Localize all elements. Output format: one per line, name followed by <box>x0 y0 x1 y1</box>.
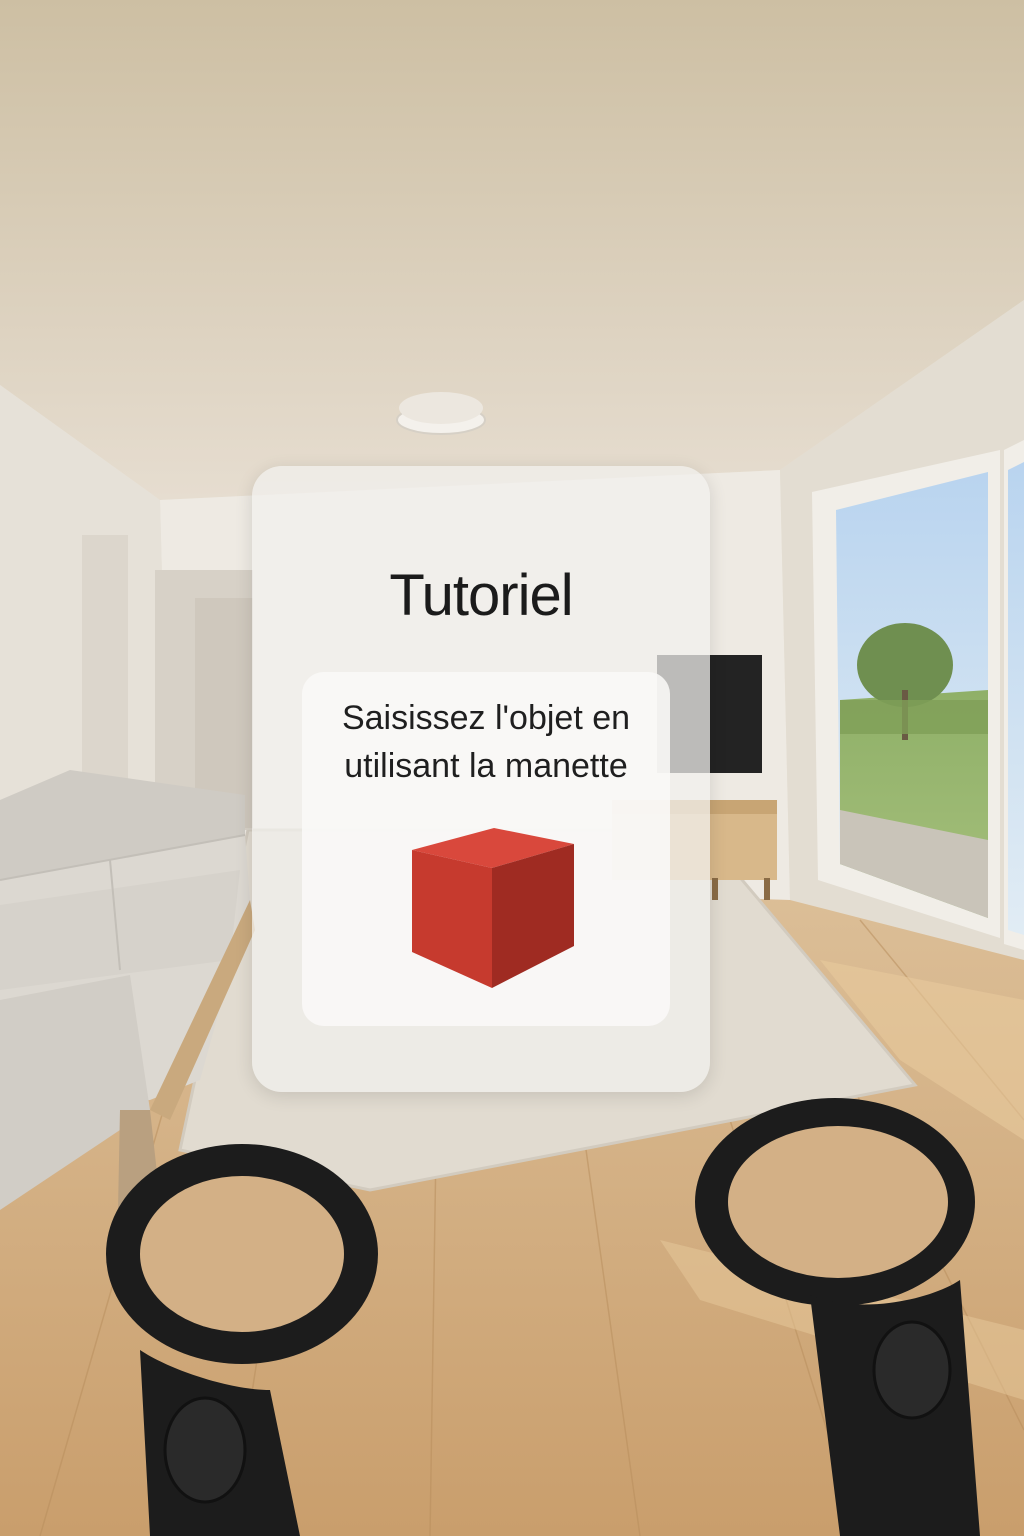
vr-scene: Tutoriel Saisissez l'objet en utilisant … <box>0 0 1024 1536</box>
right-controller <box>695 1098 980 1536</box>
tutorial-panel: Tutoriel Saisissez l'objet en utilisant … <box>252 466 710 1092</box>
panel-title: Tutoriel <box>389 563 573 628</box>
left-controller <box>106 1144 378 1536</box>
instruction-text: Saisissez l'objet en utilisant la manett… <box>341 699 631 785</box>
instruction-card: Saisissez l'objet en utilisant la manett… <box>302 672 670 1026</box>
red-cube-icon[interactable] <box>408 828 578 990</box>
